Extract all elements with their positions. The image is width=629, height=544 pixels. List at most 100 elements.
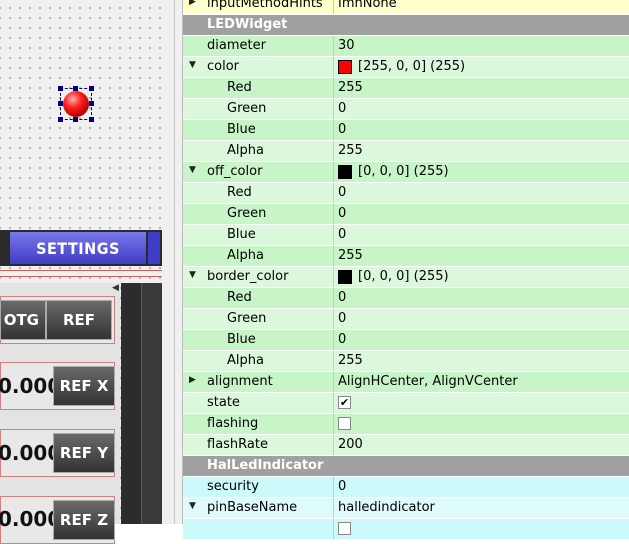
- resize-handle[interactable]: [73, 86, 78, 91]
- property-value-cell[interactable]: 0: [334, 309, 629, 329]
- property-value-cell[interactable]: ✔: [334, 393, 629, 413]
- property-value-cell[interactable]: 0: [334, 288, 629, 308]
- expand-arrow-icon[interactable]: ▼: [189, 165, 196, 175]
- property-value: 0: [338, 122, 347, 137]
- property-row[interactable]: Alpha 255: [183, 246, 629, 267]
- property-name: alignment: [207, 374, 273, 389]
- property-value-cell[interactable]: AlignHCenter, AlignVCenter: [334, 372, 629, 392]
- property-value-cell[interactable]: 0: [334, 99, 629, 119]
- expand-arrow-icon[interactable]: ▼: [189, 270, 196, 280]
- property-row[interactable]: Green 0: [183, 204, 629, 225]
- property-row[interactable]: ▶ inputMethodHints ImhNone: [183, 0, 629, 15]
- property-value-cell[interactable]: halledindicator: [334, 498, 629, 518]
- property-name: security: [207, 479, 259, 494]
- property-row[interactable]: ▶ alignment AlignHCenter, AlignVCenter: [183, 372, 629, 393]
- property-value-cell[interactable]: [255, 0, 0] (255): [334, 57, 629, 77]
- property-row[interactable]: ▼ border_color [0, 0, 0] (255): [183, 267, 629, 288]
- property-row[interactable]: Blue 0: [183, 120, 629, 141]
- property-row[interactable]: ▼ color [255, 0, 0] (255): [183, 57, 629, 78]
- property-row[interactable]: Green 0: [183, 99, 629, 120]
- property-value-cell[interactable]: [0, 0, 0] (255): [334, 267, 629, 287]
- resize-handle[interactable]: [89, 86, 94, 91]
- color-swatch[interactable]: [338, 165, 352, 179]
- property-row[interactable]: Blue 0: [183, 225, 629, 246]
- property-row[interactable]: flashing: [183, 414, 629, 435]
- property-value-cell[interactable]: 255: [334, 246, 629, 266]
- property-name: inputMethodHints: [207, 0, 323, 11]
- resize-handle[interactable]: [58, 117, 63, 122]
- property-row[interactable]: Green 0: [183, 309, 629, 330]
- property-value-cell[interactable]: 0: [334, 120, 629, 140]
- selected-led-widget[interactable]: [58, 86, 94, 122]
- resize-handle[interactable]: [89, 101, 94, 106]
- ref-y-label: REF Y: [59, 444, 109, 462]
- property-value-cell[interactable]: [0, 0, 0] (255): [334, 162, 629, 182]
- property-value: ImhNone: [338, 0, 397, 11]
- property-value-cell[interactable]: [334, 519, 629, 539]
- property-name: off_color: [207, 164, 263, 179]
- property-name-cell: Red: [183, 78, 334, 98]
- color-swatch[interactable]: [338, 270, 352, 284]
- property-value-cell[interactable]: 0: [334, 183, 629, 203]
- property-row[interactable]: [183, 519, 629, 540]
- checkbox[interactable]: [338, 417, 351, 430]
- property-value-cell[interactable]: 200: [334, 435, 629, 455]
- property-group-header[interactable]: LEDWidget: [183, 15, 629, 36]
- otg-button[interactable]: OTG: [0, 300, 46, 340]
- splitter[interactable]: [162, 0, 182, 524]
- property-value-cell[interactable]: [334, 414, 629, 434]
- property-row[interactable]: Alpha 255: [183, 141, 629, 162]
- property-value-cell[interactable]: 0: [334, 477, 629, 497]
- ref-button[interactable]: REF: [46, 300, 112, 340]
- ref-y-button[interactable]: REF Y: [53, 433, 115, 473]
- property-name: Green: [227, 101, 267, 116]
- property-value-cell[interactable]: 0: [334, 225, 629, 245]
- expand-arrow-icon[interactable]: ▼: [189, 501, 196, 511]
- property-value-cell[interactable]: 30: [334, 36, 629, 56]
- led-indicator: [63, 91, 89, 117]
- property-row[interactable]: Red 0: [183, 183, 629, 204]
- collapse-arrow-icon[interactable]: ▶: [189, 375, 196, 385]
- checkbox[interactable]: ✔: [338, 396, 351, 409]
- property-name-cell: Alpha: [183, 246, 334, 266]
- collapse-arrow-icon[interactable]: ▶: [189, 0, 196, 7]
- property-name: diameter: [207, 38, 266, 53]
- property-value-cell[interactable]: 0: [334, 330, 629, 350]
- resize-handle[interactable]: [58, 86, 63, 91]
- property-row[interactable]: ▼ off_color [0, 0, 0] (255): [183, 162, 629, 183]
- property-value-cell[interactable]: 0: [334, 204, 629, 224]
- property-row[interactable]: security 0: [183, 477, 629, 498]
- ref-z-button[interactable]: REF Z: [53, 500, 115, 540]
- property-value-cell[interactable]: 255: [334, 141, 629, 161]
- property-value-cell[interactable]: 255: [334, 351, 629, 371]
- property-value: 0: [338, 227, 347, 242]
- property-value-cell[interactable]: ImhNone: [334, 0, 629, 14]
- ref-x-button[interactable]: REF X: [53, 366, 115, 406]
- resize-handle[interactable]: [58, 101, 63, 106]
- property-row[interactable]: Red 0: [183, 288, 629, 309]
- property-name-cell: ▼ off_color: [183, 162, 334, 182]
- property-name-cell: [183, 519, 334, 539]
- group-title: LEDWidget: [207, 17, 288, 32]
- property-row[interactable]: flashRate 200: [183, 435, 629, 456]
- property-name-cell: Red: [183, 183, 334, 203]
- settings-bar-tail: [148, 232, 160, 264]
- property-row[interactable]: Blue 0: [183, 330, 629, 351]
- property-name-cell: ▶ inputMethodHints: [183, 0, 334, 14]
- expand-arrow-icon[interactable]: ▼: [189, 60, 196, 70]
- property-value: [0, 0, 0] (255): [358, 269, 449, 284]
- property-row[interactable]: state ✔: [183, 393, 629, 414]
- color-swatch[interactable]: [338, 60, 352, 74]
- property-row[interactable]: Alpha 255: [183, 351, 629, 372]
- property-row[interactable]: ▼ pinBaseName halledindicator: [183, 498, 629, 519]
- property-row[interactable]: diameter 30: [183, 36, 629, 57]
- property-value: 255: [338, 248, 363, 263]
- property-value-cell[interactable]: 255: [334, 78, 629, 98]
- property-row[interactable]: Red 255: [183, 78, 629, 99]
- property-group-header[interactable]: HalLedIndicator: [183, 456, 629, 477]
- property-value: 0: [338, 185, 347, 200]
- settings-button[interactable]: SETTINGS: [10, 232, 146, 264]
- property-name-cell: Blue: [183, 120, 334, 140]
- resize-handle[interactable]: [73, 117, 78, 122]
- resize-handle[interactable]: [89, 117, 94, 122]
